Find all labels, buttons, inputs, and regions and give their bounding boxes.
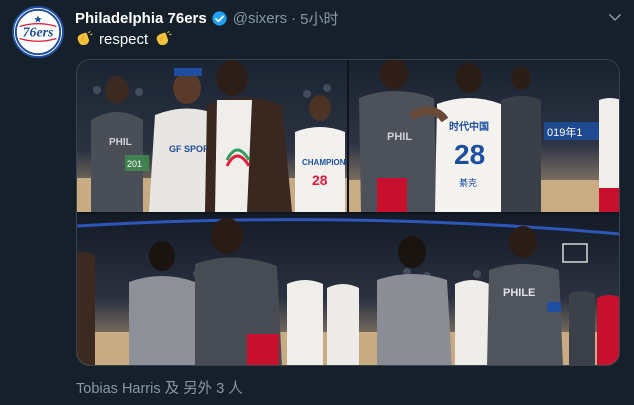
clapping-hands-icon <box>77 31 93 46</box>
jersey-text: CHAMPIONS <box>302 158 347 167</box>
sixers-logo: 76ers <box>14 8 62 56</box>
photo-2[interactable]: 019年1 PHIL 时代中国 28 綦克 <box>349 60 619 212</box>
photo-1[interactable]: GF SPORTS CHAMPIONS 28 PHIL 201 <box>77 60 347 212</box>
shirt-text: PHILE <box>503 287 535 299</box>
tweet-body: respect <box>99 30 149 48</box>
tweet[interactable]: 76ers Philadelphia 76ers @sixers · 5小时 r… <box>0 0 634 405</box>
photo-1-image: GF SPORTS CHAMPIONS 28 PHIL 201 <box>77 60 347 212</box>
scoreboard-text: 201 <box>127 159 142 169</box>
display-name[interactable]: Philadelphia 76ers <box>75 10 207 27</box>
jersey-text: PHIL <box>387 131 412 143</box>
tweet-text: respect <box>75 29 172 49</box>
photo-3[interactable]: PHILE <box>77 214 619 365</box>
verified-badge-icon <box>212 10 227 26</box>
timestamp[interactable]: 5小时 <box>300 8 338 29</box>
board-text: 019年1 <box>547 125 582 139</box>
photo-2-image: 019年1 PHIL 时代中国 28 綦克 <box>349 60 619 212</box>
photo-3-image: PHILE <box>77 214 619 365</box>
tagged-users-link[interactable]: Tobias Harris 及 另外 3 人 <box>76 377 243 398</box>
jersey-text: 綦克 <box>459 177 477 188</box>
jersey-text: 时代中国 <box>449 120 489 133</box>
jersey-number: 28 <box>454 139 485 170</box>
handle[interactable]: @sixers <box>233 10 287 27</box>
jersey-text: PHIL <box>109 137 132 148</box>
avatar-text: 76ers <box>23 25 54 40</box>
media-grid[interactable]: GF SPORTS CHAMPIONS 28 PHIL 201 019年1 PH… <box>76 59 620 366</box>
tweet-header: Philadelphia 76ers @sixers · 5小时 <box>75 8 338 28</box>
chevron-down-icon[interactable] <box>606 8 624 26</box>
avatar[interactable]: 76ers <box>12 6 64 58</box>
separator-dot: · <box>291 9 297 27</box>
clapping-hands-icon <box>156 31 172 46</box>
jersey-number: 28 <box>312 172 328 188</box>
